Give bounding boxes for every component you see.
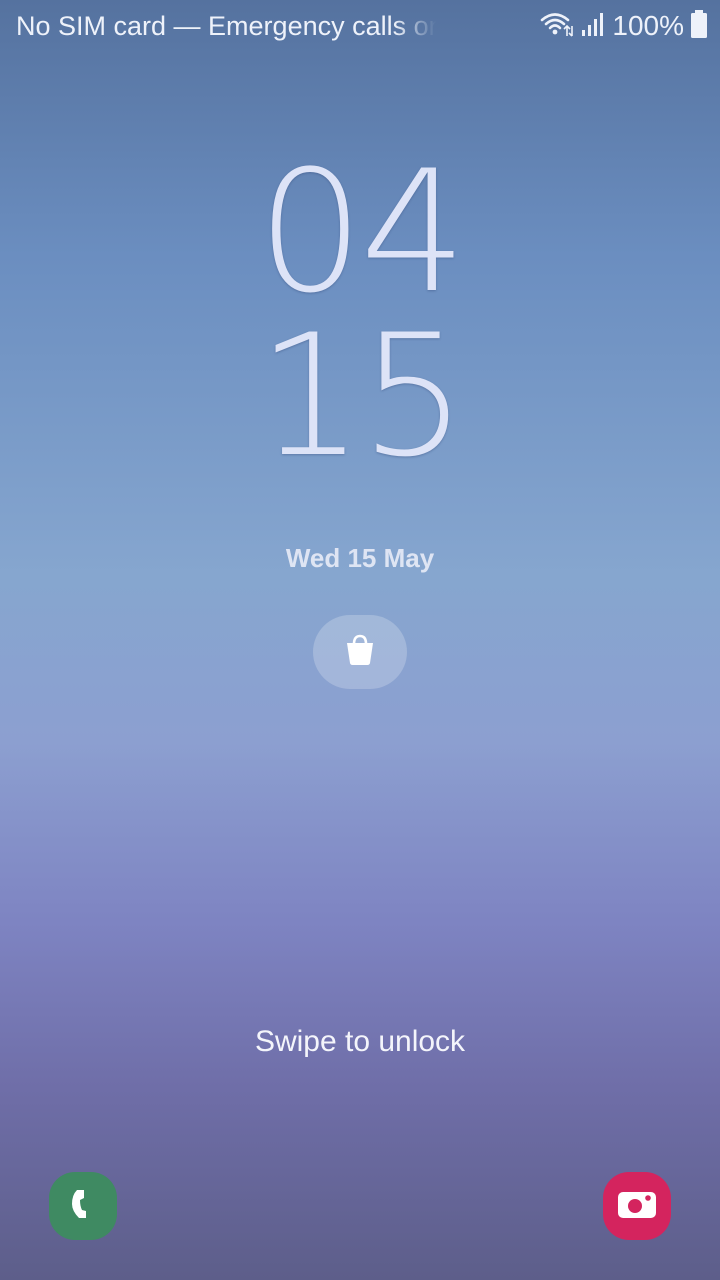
notification-pill[interactable] (313, 615, 407, 689)
swipe-to-unlock-hint: Swipe to unlock (254, 1025, 466, 1058)
clock-minutes: 15 (257, 298, 467, 494)
carrier-status-text: No SIM card — Emergency calls only (16, 11, 436, 41)
camera-icon (615, 1184, 659, 1229)
wifi-icon (540, 10, 574, 43)
lock-date: Wed 15 May (285, 543, 435, 573)
battery-icon (690, 9, 708, 44)
clock-hours: 04 (257, 134, 467, 330)
camera-shortcut-button[interactable] (603, 1172, 671, 1240)
signal-icon (580, 10, 606, 43)
battery-percent: 100% (612, 10, 684, 41)
lock-clock: 04 15 (0, 134, 720, 494)
shopping-bag-icon (343, 633, 377, 672)
status-icons: 100% (540, 6, 708, 46)
phone-shortcut-button[interactable] (49, 1172, 117, 1240)
status-bar: No SIM card — Emergency calls only 100% (0, 0, 720, 52)
phone-icon (63, 1184, 103, 1229)
